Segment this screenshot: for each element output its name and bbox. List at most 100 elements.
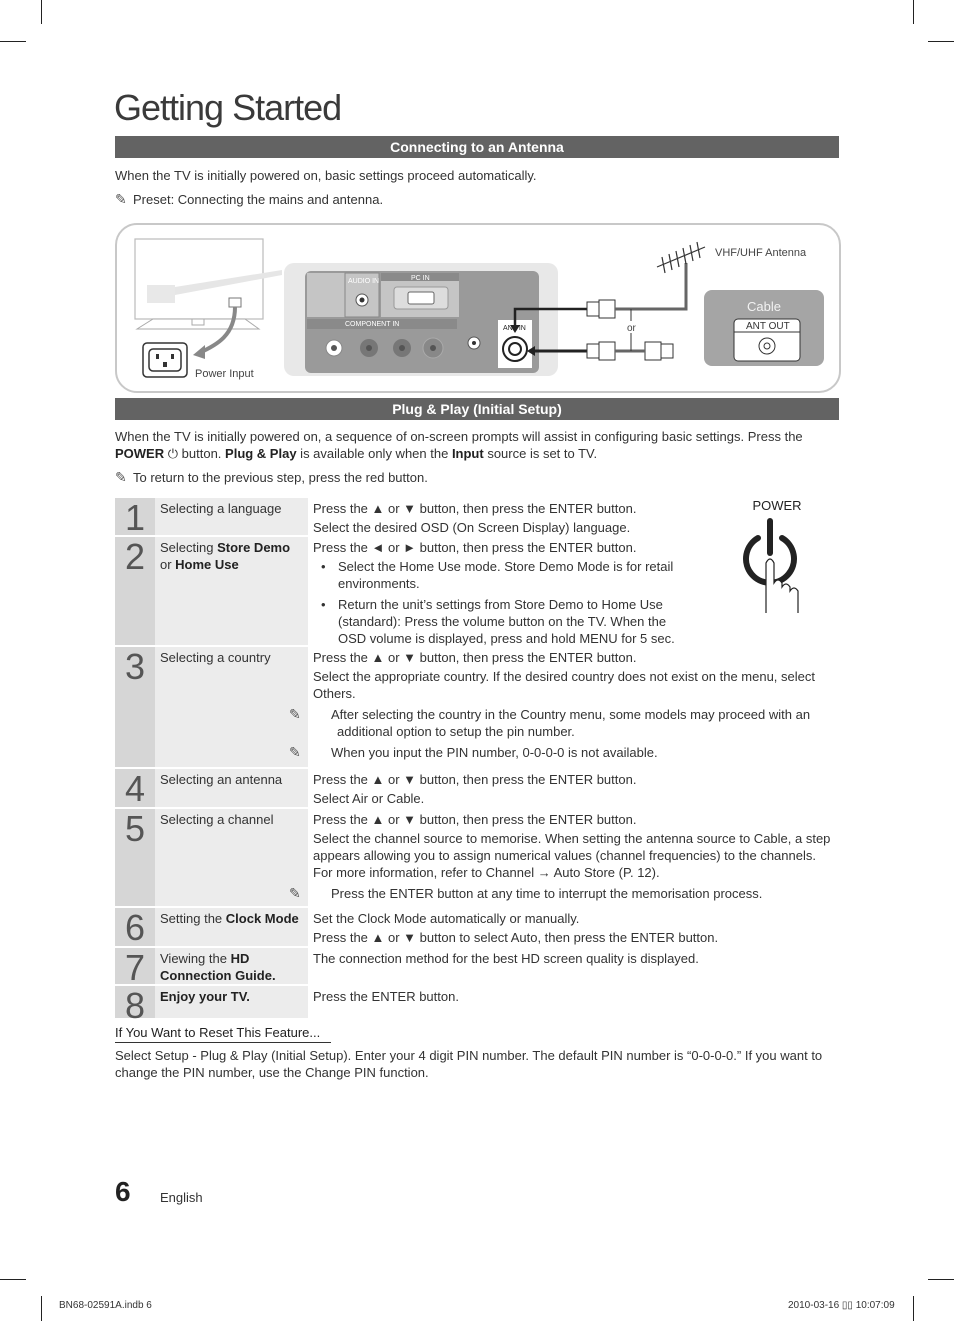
- crop-mark: [0, 1279, 26, 1280]
- crop-mark: [913, 0, 914, 24]
- note-text: Press the ENTER button at any time to in…: [331, 886, 763, 901]
- step-description: The connection method for the best HD sc…: [308, 948, 839, 984]
- note-pencil-icon: ✎: [115, 469, 127, 485]
- reset-text: Select Setup - Plug & Play (Initial Setu…: [115, 1048, 823, 1080]
- step-number: 3: [115, 647, 155, 767]
- step-title: Setting the Clock Mode: [155, 908, 308, 946]
- step-number: 7: [115, 948, 155, 986]
- antenna-icon: [656, 241, 706, 274]
- antenna-label: VHF/UHF Antenna: [715, 247, 807, 259]
- title-bold: Home Use: [175, 557, 239, 572]
- step-title: Selecting a language: [155, 498, 308, 535]
- antenna-connection-diagram: Power Input AUDIO IN PC IN COMPONENT IN …: [115, 223, 841, 393]
- antenna-note-text: Preset: Connecting the mains and antenna…: [133, 192, 384, 207]
- or-label: or: [627, 323, 637, 334]
- step-note: ✎ When you input the PIN number, 0-0-0-0 …: [289, 744, 835, 761]
- intro-text: is available only when the: [296, 446, 452, 461]
- step-line: Press the ▲ or ▼ button, then press the …: [313, 812, 637, 827]
- power-input-label: Power Input: [195, 368, 254, 380]
- step-number: 6: [115, 908, 155, 946]
- section-heading-antenna: Connecting to an Antenna: [115, 136, 839, 158]
- title-text: Selecting: [160, 540, 218, 555]
- step-line: Press the ▲ or ▼ button, then press the …: [313, 650, 637, 665]
- crop-mark: [41, 0, 42, 24]
- reset-heading: If You Want to Reset This Feature...: [115, 1025, 331, 1043]
- audio-in-label: AUDIO IN: [348, 278, 379, 285]
- intro-text: source is set to TV.: [483, 446, 598, 461]
- antenna-note: ✎ Preset: Connecting the mains and antenn…: [115, 191, 835, 208]
- title-bold: Clock Mode: [225, 911, 299, 926]
- step-number: 4: [115, 769, 155, 807]
- crop-mark: [928, 41, 954, 42]
- crop-mark: [41, 1296, 42, 1321]
- diagram-svg: Power Input AUDIO IN PC IN COMPONENT IN …: [134, 238, 824, 380]
- step-line: Press the ▲ or ▼ button to select Auto, …: [313, 930, 719, 945]
- power-symbol-icon: ⏻: [167, 446, 179, 461]
- print-file-info: BN68-02591A.indb 6: [59, 1300, 152, 1311]
- component-in-label: COMPONENT IN: [345, 321, 399, 328]
- plug-play-intro: When the TV is initially powered on, a s…: [115, 428, 835, 462]
- section-heading-plug-play: Plug & Play (Initial Setup): [115, 398, 839, 420]
- step-line: Press the ◄ or ► button, then press the …: [313, 540, 637, 555]
- note-pencil-icon: ✎: [289, 885, 301, 901]
- step-line: Press the ▲ or ▼ button, then press the …: [313, 772, 637, 787]
- step-row: 8 Enjoy your TV. Press the ENTER button.: [115, 986, 839, 1024]
- step-number: 5: [115, 809, 155, 906]
- step-bullet: Return the unit’s settings from Store De…: [313, 596, 689, 647]
- step-line: Select the channel source to memorise. W…: [313, 831, 831, 880]
- note-pencil-icon: ✎: [289, 706, 301, 722]
- plug-play-note-text: To return to the previous step, press th…: [133, 470, 428, 485]
- step-row: 7 Viewing the HD Connection Guide. The c…: [115, 948, 839, 986]
- plug-play-bold: Plug & Play: [225, 446, 297, 461]
- crop-mark: [0, 41, 26, 42]
- note-pencil-icon: ✎: [289, 744, 301, 760]
- step-title: Enjoy your TV.: [155, 986, 308, 1018]
- crop-mark: [928, 1279, 954, 1280]
- step-description: Set the Clock Mode automatically or manu…: [308, 908, 839, 946]
- step-line: Set the Clock Mode automatically or manu…: [313, 911, 580, 926]
- title-text: or: [160, 557, 176, 572]
- power-button-figure: POWER: [722, 498, 832, 623]
- antenna-intro: When the TV is initially powered on, bas…: [115, 168, 537, 183]
- title-text: Viewing the: [160, 951, 231, 966]
- page-language: English: [160, 1190, 203, 1205]
- step-row: 6 Setting the Clock Mode Set the Clock M…: [115, 908, 839, 948]
- ant-out-label: ANT OUT: [746, 321, 790, 332]
- step-description: Press the ▲ or ▼ button, then press the …: [289, 647, 839, 767]
- power-figure-label: POWER: [752, 498, 802, 513]
- step-title: Selecting Store Demo or Home Use: [155, 537, 308, 645]
- input-bold: Input: [451, 446, 484, 461]
- power-word: POWER: [115, 446, 165, 461]
- title-bold: Store Demo: [217, 540, 291, 555]
- step-description: Press the ENTER button.: [308, 986, 839, 1018]
- step-number: 1: [115, 498, 155, 536]
- step-row: 5 Selecting a channel Press the ▲ or ▼ b…: [115, 809, 839, 908]
- cable-label: Cable: [747, 299, 781, 314]
- step-number: 2: [115, 537, 155, 645]
- tv-illustration: [134, 238, 282, 330]
- step-bullet: Select the Home Use mode. Store Demo Mod…: [313, 558, 689, 592]
- print-timestamp: 2010-03-16 ▯▯ 10:07:09: [788, 1300, 895, 1311]
- page-title: Getting Started: [114, 87, 342, 128]
- title-text: Setting the: [160, 911, 226, 926]
- power-hand-icon: [743, 518, 799, 613]
- step-line: Select the appropriate country. If the d…: [313, 669, 815, 701]
- plug-play-note: ✎ To return to the previous step, press t…: [115, 469, 835, 486]
- page-number: 6: [115, 1176, 131, 1207]
- pc-in-label: PC IN: [411, 275, 430, 282]
- intro-text: button.: [178, 446, 226, 461]
- step-line: Press the ENTER button.: [313, 989, 459, 1004]
- step-row: 4 Selecting an antenna Press the ▲ or ▼ …: [115, 769, 839, 809]
- step-note: ✎ After selecting the country in the Coun…: [289, 706, 835, 740]
- step-description: Press the ▲ or ▼ button, then press the …: [308, 769, 839, 807]
- step-title: Selecting an antenna: [155, 769, 308, 807]
- step-number: 8: [115, 986, 155, 1024]
- step-description: Press the ▲ or ▼ button, then press the …: [289, 809, 839, 906]
- intro-text: When the TV is initially powered on, a s…: [115, 429, 803, 444]
- step-line: The connection method for the best HD sc…: [313, 951, 699, 966]
- note-pencil-icon: ✎: [115, 191, 127, 207]
- step-note: ✎ Press the ENTER button at any time to i…: [289, 885, 835, 902]
- step-title: Viewing the HD Connection Guide.: [155, 948, 308, 984]
- note-text: When you input the PIN number, 0-0-0-0 i…: [331, 745, 658, 760]
- title-bold: Enjoy your TV.: [160, 989, 250, 1004]
